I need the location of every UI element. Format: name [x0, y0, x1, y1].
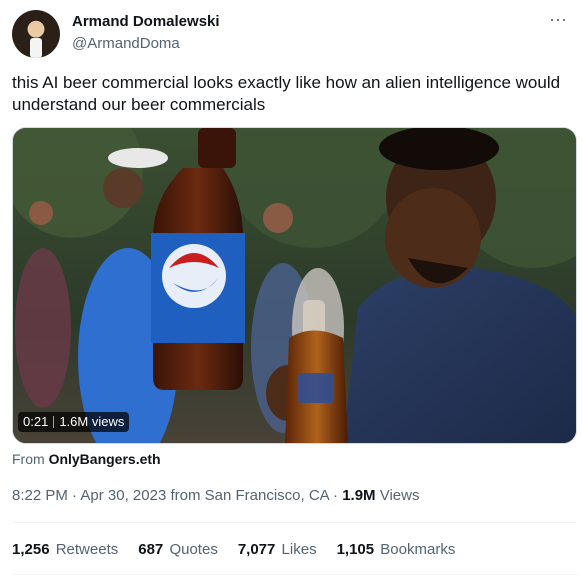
- video-duration: 0:21: [23, 414, 49, 429]
- tweet: Armand Domalewski @ArmandDoma ··· this A…: [0, 0, 583, 576]
- retweets-stat[interactable]: 1,256 Retweets: [12, 540, 118, 560]
- handle[interactable]: @ArmandDoma: [72, 34, 220, 54]
- tweet-time: 8:22 PM: [12, 487, 68, 504]
- media-attribution: From OnlyBangers.eth: [12, 450, 161, 468]
- bookmarks-stat[interactable]: 1,105 Bookmarks: [337, 540, 456, 560]
- tweet-time-link[interactable]: 8:22 PM · Apr 30, 2023: [12, 487, 166, 504]
- quotes-count: 687: [138, 541, 164, 558]
- attribution-source-link[interactable]: OnlyBangers.eth: [49, 451, 161, 467]
- retweets-count: 1,256: [12, 541, 50, 558]
- tweet-date: Apr 30, 2023: [80, 487, 167, 504]
- author-block: Armand Domalewski @ArmandDoma: [72, 12, 220, 54]
- tweet-meta: 8:22 PM · Apr 30, 2023 from San Francisc…: [12, 487, 420, 504]
- engagement-stats: 1,256 Retweets 687 Quotes 7,077 Likes 1,…: [12, 540, 455, 560]
- tweet-text: this AI beer commercial looks exactly li…: [12, 73, 561, 114]
- more-horizontal-icon[interactable]: ···: [549, 10, 569, 28]
- views-label: Views: [379, 487, 420, 504]
- likes-stat[interactable]: 7,077 Likes: [238, 540, 317, 560]
- views-count: 1.9M: [342, 487, 376, 504]
- quotes-stat[interactable]: 687 Quotes: [138, 540, 218, 560]
- badge-separator: [53, 416, 55, 428]
- bookmarks-count: 1,105: [336, 541, 375, 558]
- divider-bottom: [12, 574, 577, 575]
- likes-label: Likes: [281, 541, 317, 558]
- tweet-location: from San Francisco, CA: [170, 487, 329, 504]
- video-badge: 0:21 1.6M views: [18, 412, 130, 432]
- video-player[interactable]: [12, 127, 577, 444]
- avatar[interactable]: [12, 10, 60, 58]
- attribution-prefix: From: [12, 451, 45, 467]
- retweets-label: Retweets: [55, 541, 119, 558]
- quotes-label: Quotes: [169, 541, 218, 558]
- bookmarks-label: Bookmarks: [380, 541, 456, 558]
- divider-top: [12, 522, 577, 523]
- display-name[interactable]: Armand Domalewski: [72, 12, 220, 32]
- likes-count: 7,077: [237, 541, 276, 558]
- video-views: 1.6M views: [59, 414, 125, 429]
- video-frame: [13, 128, 576, 443]
